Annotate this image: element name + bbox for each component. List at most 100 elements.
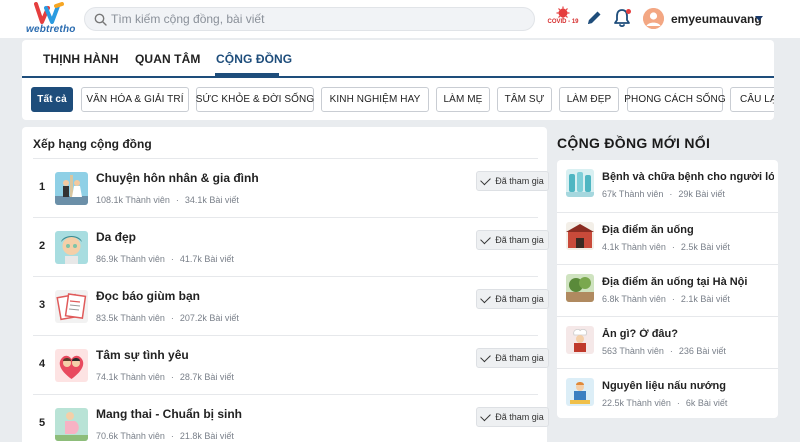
member-count: 67k Thành viên [602, 189, 664, 199]
community-name[interactable]: Bệnh và chữa bệnh cho người lớn [602, 171, 774, 183]
rank-number: 1 [39, 181, 46, 193]
ranking-row[interactable]: 1 Chuyện hôn nhân & gia đình 108.1k Thàn… [33, 158, 549, 217]
category-chip-beauty[interactable]: LÀM ĐẸP [559, 87, 619, 112]
check-icon [480, 351, 492, 362]
rank-number: 4 [39, 358, 46, 370]
member-count: 108.1k Thành viên [96, 195, 170, 205]
community-stats: 70.6k Thành viên · 21.8k Bài viết [96, 431, 234, 441]
member-count: 70.6k Thành viên [96, 431, 165, 441]
covid-button[interactable]: COVID - 19 [546, 6, 580, 30]
community-name[interactable]: Địa điểm ăn uống tại Hà Nội [602, 276, 774, 288]
post-count: 207.2k Bài viết [179, 313, 239, 323]
community-name[interactable]: Nguyên liệu nấu nướng [602, 380, 774, 392]
category-chip-experience[interactable]: KINH NGHIỆM HAY [321, 87, 429, 112]
pencil-icon[interactable] [585, 9, 603, 27]
member-count: 4.1k Thành viên [602, 242, 666, 252]
community-name[interactable]: Mang thai - Chuẩn bị sinh [96, 407, 242, 421]
community-name[interactable]: Da đẹp [96, 230, 136, 244]
wedding-couple-icon [55, 172, 88, 205]
category-chip-all[interactable]: Tất cả [31, 87, 73, 112]
member-count: 6.8k Thành viên [602, 294, 666, 304]
category-chip-parenting[interactable]: LÀM MẸ [436, 87, 490, 112]
list-item[interactable]: Địa điểm ăn uống 4.1k Thành viên · 2.5k Bà… [557, 212, 778, 264]
tab-thinh-hanh[interactable]: THỊNH HÀNH [43, 52, 119, 66]
post-count: 28.7k Bài viết [179, 372, 234, 382]
community-name[interactable]: Chuyện hôn nhân & gia đình [96, 171, 259, 185]
joined-label: Đã tham gia [495, 412, 544, 422]
category-chip-culture[interactable]: VĂN HÓA & GIẢI TRÍ [81, 87, 189, 112]
joined-button[interactable]: Đã tham gia [476, 289, 549, 309]
logo-text: webtretho [26, 24, 76, 35]
community-thumbnail [55, 290, 88, 323]
community-name[interactable]: Tâm sự tình yêu [96, 348, 189, 362]
main-tabs: THỊNH HÀNH QUAN TÂM CỘNG ĐỒNG [22, 40, 774, 78]
community-stats: 6.8k Thành viên · 2.1k Bài viết [602, 294, 730, 304]
list-item[interactable]: Bệnh và chữa bệnh cho người lớn 67k Thàn… [557, 160, 778, 212]
user-avatar-icon [643, 8, 664, 29]
search-input[interactable] [111, 8, 521, 30]
ranking-row[interactable]: 3 Đọc báo giùm bạn 83.5k Thành viên · 207.… [33, 276, 549, 335]
category-chip-health[interactable]: SỨC KHỎE & ĐỜI SỐNG [196, 87, 314, 112]
joined-label: Đã tham gia [495, 176, 544, 186]
post-count: 29k Bài viết [678, 189, 725, 199]
virus-icon [556, 6, 570, 20]
face-mask-icon [55, 231, 88, 264]
new-communities-title: CỘNG ĐỒNG MỚI NỔI [557, 135, 711, 151]
ranking-row[interactable]: 4 Tâm sự tình yêu 74.1k Thành viên · 28.7k… [33, 335, 549, 394]
community-thumbnail [566, 169, 594, 197]
username[interactable]: emyeumauvang [671, 12, 762, 26]
community-thumbnail [566, 378, 594, 406]
rank-number: 2 [39, 240, 46, 252]
list-item[interactable]: Ăn gì? Ở đâu? 563 Thành viên · 236 Bài viế… [557, 316, 778, 368]
community-name[interactable]: Địa điểm ăn uống [602, 224, 774, 236]
post-count: 34.1k Bài viết [184, 195, 239, 205]
community-stats: 86.9k Thành viên · 41.7k Bài viết [96, 254, 234, 264]
chevron-down-icon[interactable] [755, 16, 763, 21]
community-stats: 74.1k Thành viên · 28.7k Bài viết [96, 372, 234, 382]
tab-quan-tam[interactable]: QUAN TÂM [135, 52, 200, 66]
check-icon [480, 174, 492, 185]
covid-label: COVID - 19 [547, 19, 579, 25]
couple-heart-icon [55, 349, 88, 382]
joined-button[interactable]: Đã tham gia [476, 171, 549, 191]
check-icon [480, 233, 492, 244]
category-chip-truncated[interactable]: CÂU LẠ [730, 87, 774, 112]
ranking-row[interactable]: 2 Da đẹp 86.9k Thành viên · 41.7k Bài viết… [33, 217, 549, 276]
post-count: 2.1k Bài viết [680, 294, 730, 304]
community-thumbnail [566, 222, 594, 250]
community-thumbnail [566, 274, 594, 302]
medical-icon [566, 169, 594, 197]
community-name[interactable]: Ăn gì? Ở đâu? [602, 328, 774, 340]
community-stats: 4.1k Thành viên · 2.5k Bài viết [602, 242, 730, 252]
rank-number: 5 [39, 417, 46, 429]
avatar[interactable] [643, 8, 664, 29]
joined-button[interactable]: Đã tham gia [476, 407, 549, 427]
ranking-row[interactable]: 5 Mang thai - Chuẩn bị sinh 70.6k Thành … [33, 394, 549, 442]
joined-button[interactable]: Đã tham gia [476, 348, 549, 368]
list-item[interactable]: Nguyên liệu nấu nướng 22.5k Thành viên · 6… [557, 368, 778, 420]
joined-button[interactable]: Đã tham gia [476, 230, 549, 250]
logo-icon [34, 2, 64, 24]
notification-dot [626, 9, 631, 14]
list-item[interactable]: Địa điểm ăn uống tại Hà Nội 6.8k Thành v… [557, 264, 778, 316]
community-stats: 83.5k Thành viên · 207.2k Bài viết [96, 313, 239, 323]
member-count: 563 Thành viên [602, 346, 664, 356]
category-filter-bar: Tất cả VĂN HÓA & GIẢI TRÍ SỨC KHỎE & ĐỜI… [31, 87, 774, 113]
tab-cong-dong[interactable]: CỘNG ĐỒNG [216, 52, 292, 66]
community-name[interactable]: Đọc báo giùm bạn [96, 289, 200, 303]
webtretho-logo[interactable]: webtretho [26, 2, 76, 36]
member-count: 86.9k Thành viên [96, 254, 165, 264]
member-count: 74.1k Thành viên [96, 372, 165, 382]
community-stats: 108.1k Thành viên · 34.1k Bài viết [96, 195, 239, 205]
category-chip-confide[interactable]: TÂM SỰ [497, 87, 552, 112]
check-icon [480, 410, 492, 421]
community-thumbnail [55, 408, 88, 441]
post-count: 41.7k Bài viết [179, 254, 234, 264]
category-chip-lifestyle[interactable]: PHONG CÁCH SỐNG [624, 87, 726, 112]
search-box[interactable] [84, 7, 535, 31]
joined-label: Đã tham gia [495, 353, 544, 363]
cooking-icon [566, 378, 594, 406]
joined-label: Đã tham gia [495, 235, 544, 245]
member-count: 83.5k Thành viên [96, 313, 165, 323]
post-count: 236 Bài viết [678, 346, 726, 356]
